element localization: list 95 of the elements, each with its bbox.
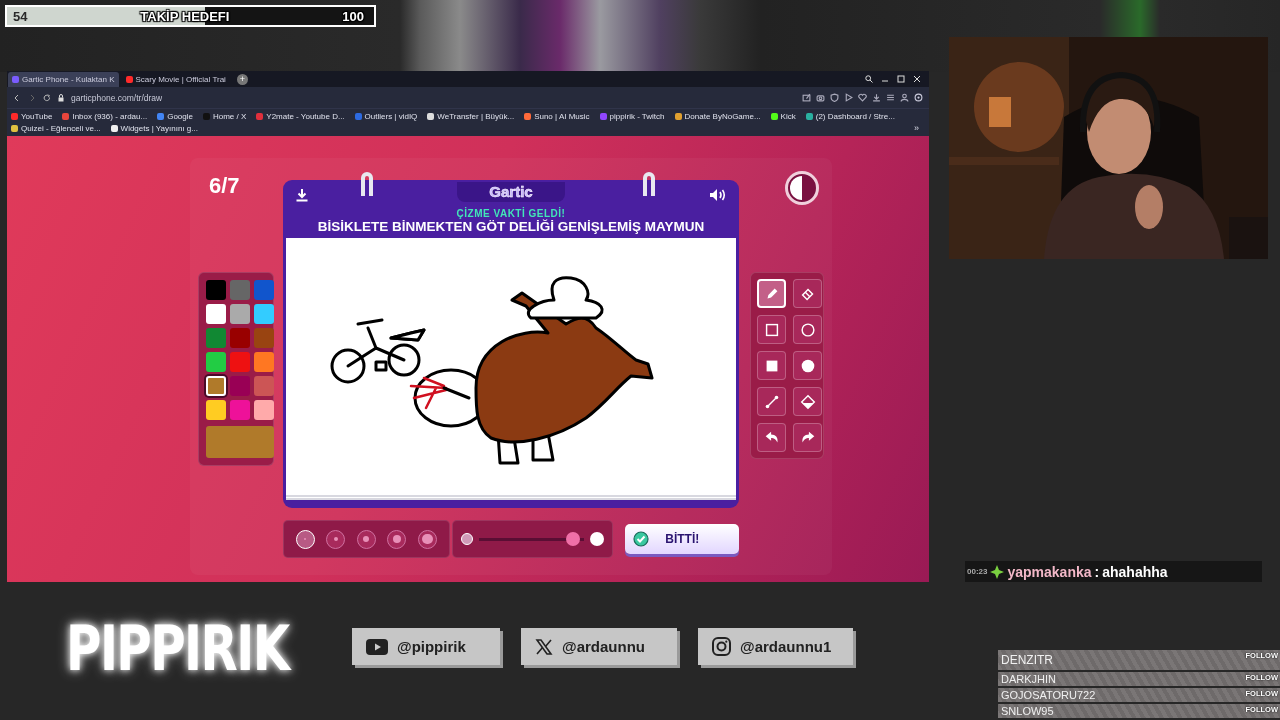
phase-subtitle: ÇİZME VAKTİ GELDİ! (456, 208, 566, 219)
tool-button[interactable] (757, 423, 786, 452)
color-swatch[interactable] (230, 328, 250, 348)
browser-tab[interactable]: Scary Movie | Official Trai (121, 71, 230, 87)
chat-text: ahahahha (1102, 563, 1168, 580)
color-swatch[interactable] (254, 376, 274, 396)
more-bookmarks-button[interactable]: » (914, 123, 919, 133)
heart-icon[interactable] (858, 93, 867, 102)
bookmark-link[interactable]: Kick (770, 112, 796, 121)
profile-icon[interactable] (900, 93, 909, 102)
close-icon[interactable] (913, 75, 921, 83)
color-swatch[interactable] (230, 352, 250, 372)
game-logo: Gartic (457, 182, 565, 202)
diamond-icon (990, 564, 1005, 579)
reload-icon[interactable] (43, 93, 51, 102)
bookmark-link[interactable]: Quizei - Eğlenceli ve... (11, 123, 101, 133)
color-swatch[interactable] (206, 376, 226, 396)
social-handle: @ardaunnu (562, 638, 645, 655)
bookmark-link[interactable]: YouTube (11, 112, 53, 121)
tool-button[interactable] (793, 315, 822, 344)
tool-button[interactable] (757, 351, 786, 380)
color-swatch[interactable] (206, 280, 226, 300)
brush-size-button[interactable] (417, 529, 437, 549)
bookmark-link[interactable]: Widgets | Yayınını g... (110, 123, 198, 133)
bookmark-link[interactable]: pippirik - Twitch (599, 112, 665, 121)
goal-target: 100 (342, 8, 364, 24)
color-swatch[interactable] (254, 304, 274, 324)
color-swatch[interactable] (206, 328, 226, 348)
speaker-icon[interactable] (709, 188, 727, 202)
brush-size-button[interactable] (387, 529, 407, 549)
solid-dot-icon (590, 532, 605, 546)
follower-name: SNLOW95 (1001, 705, 1054, 717)
color-swatch[interactable] (254, 280, 274, 300)
maximize-icon[interactable] (897, 75, 905, 83)
bookmark-link[interactable]: Outliers | vidIQ (354, 112, 418, 121)
tool-button[interactable] (793, 279, 822, 308)
faint-dot-icon (460, 533, 473, 545)
color-swatch[interactable] (206, 352, 226, 372)
tool-button[interactable] (757, 315, 786, 344)
new-tab-button[interactable]: + (236, 73, 248, 85)
bucket-icon (798, 392, 817, 411)
lock-icon (58, 93, 64, 102)
extension-icon[interactable] (914, 93, 923, 102)
color-swatch[interactable] (230, 376, 250, 396)
follower-name: DARKJHIN (1001, 673, 1056, 685)
chat-username: yapmakanka (1007, 563, 1092, 580)
drawing-prompt: BİSİKLETE BİNMEKTEN GÖT DELİĞİ GENİŞLEMİŞ MAYMUN (317, 219, 705, 234)
play-icon[interactable] (844, 93, 853, 102)
bookmark-link[interactable]: Donate ByNoGame... (674, 112, 761, 121)
cross-icon (535, 637, 553, 656)
share-icon[interactable] (802, 93, 811, 102)
brush-size-button[interactable] (356, 529, 376, 549)
bookmark-link[interactable]: Y2mate - Youtube D... (256, 112, 345, 121)
color-swatch[interactable] (254, 352, 274, 372)
chat-time: 00:23 (967, 567, 988, 576)
contrast-button[interactable] (785, 171, 819, 205)
search-icon[interactable] (865, 75, 873, 83)
menu-icon[interactable] (886, 93, 895, 102)
slider-thumb[interactable] (565, 532, 580, 546)
tool-button[interactable] (793, 387, 822, 416)
tool-button[interactable] (757, 279, 786, 308)
done-button[interactable]: BİTTİ! (625, 524, 739, 554)
tool-button[interactable] (757, 387, 786, 416)
shield-icon[interactable] (830, 93, 839, 102)
tool-button[interactable] (793, 423, 822, 452)
color-swatch[interactable] (230, 400, 250, 420)
social-handle: @pippirik (397, 638, 466, 655)
tool-button[interactable] (793, 351, 822, 380)
bookmark-link[interactable]: WeTransfer | Büyük... (427, 112, 515, 121)
drawing-canvas[interactable] (286, 238, 736, 500)
follower-name: GOJOSATORU722 (1001, 689, 1096, 701)
check-icon (633, 531, 650, 547)
color-swatch[interactable] (254, 400, 274, 420)
play-button-icon (366, 638, 388, 655)
chat-separator: : (1094, 563, 1100, 580)
color-swatch[interactable] (230, 304, 250, 324)
brush-size-button[interactable] (326, 529, 346, 549)
goal-current: 54 (13, 8, 28, 24)
download-icon[interactable] (872, 93, 881, 102)
color-swatch[interactable] (230, 280, 250, 300)
color-swatch[interactable] (206, 400, 226, 420)
camera-icon[interactable] (816, 93, 825, 102)
follower-name: DENZITR (1001, 653, 1053, 667)
bookmark-link[interactable]: Suno | AI Music (524, 112, 590, 121)
color-swatch[interactable] (206, 304, 226, 324)
bookmark-link[interactable]: Google (157, 112, 193, 121)
browser-tab[interactable]: Gartic Phone - Kulaktan K (8, 71, 119, 87)
bookmark-link[interactable]: (2) Dashboard / Stre... (805, 112, 895, 121)
color-swatch[interactable] (254, 328, 274, 348)
bookmark-link[interactable]: Inbox (936) - ardau... (62, 112, 148, 121)
address-field[interactable]: garticphone.com/tr/draw (71, 92, 163, 103)
bookmark-link[interactable]: Home / X (202, 112, 247, 121)
round-counter: 6/7 (208, 172, 241, 200)
social-handle: @ardaunnu1 (740, 638, 832, 655)
camera-icon (712, 637, 731, 656)
